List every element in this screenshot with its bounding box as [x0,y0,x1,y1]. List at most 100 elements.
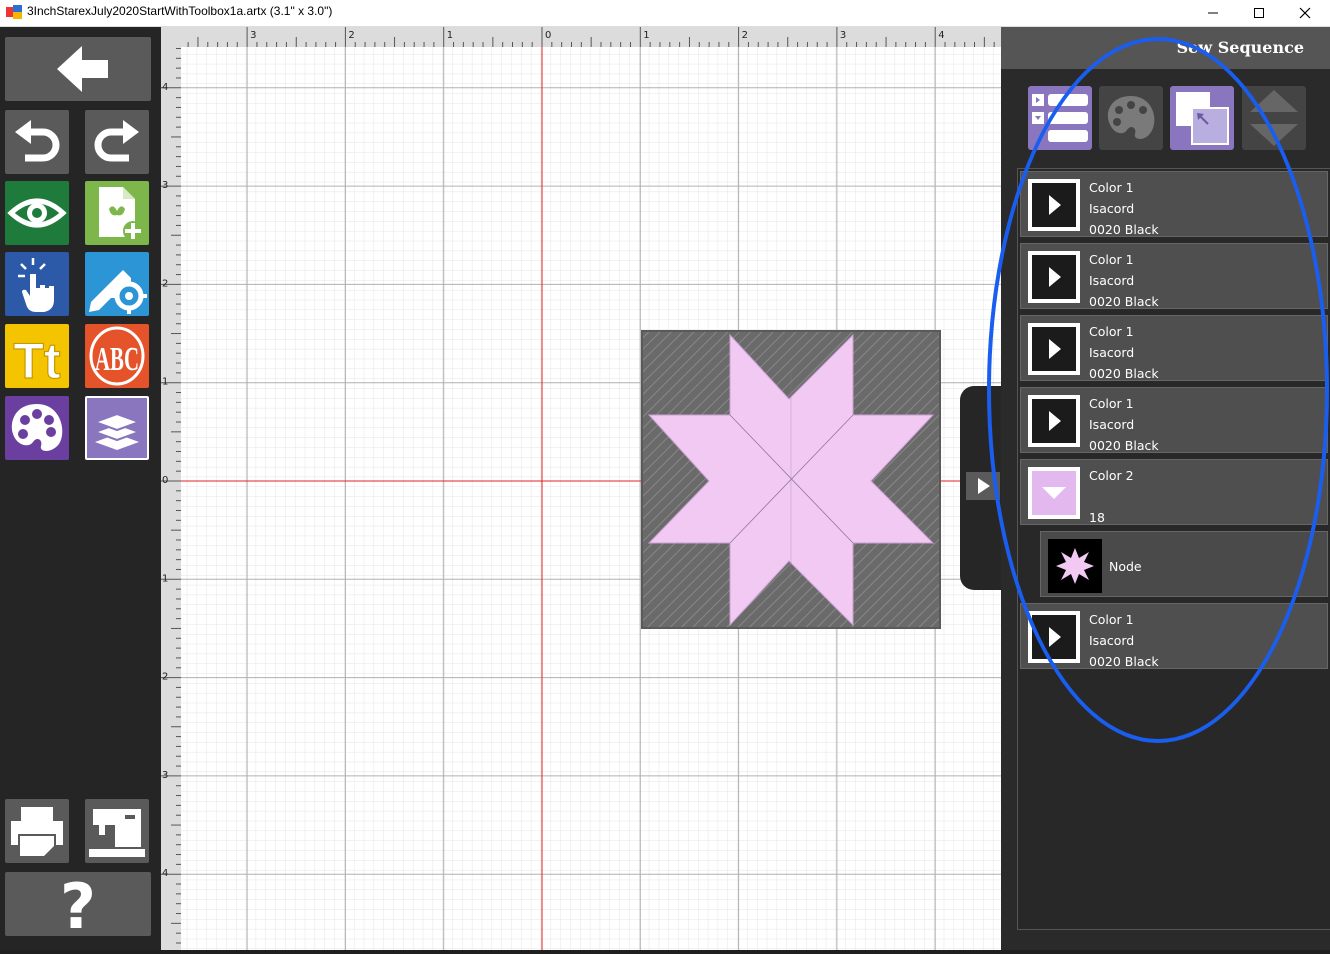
panel-toggle-tab[interactable] [960,386,1002,590]
ruler-label-y: 3 [162,180,168,191]
design-canvas[interactable]: 3 2 1 0 1 2 3 4 4 3 2 1 0 1 2 3 4 [161,27,1001,950]
close-button[interactable] [1282,0,1328,26]
colors-button[interactable] [5,396,69,460]
redo-button[interactable] [85,110,149,174]
panel-title: Sew Sequence [1176,38,1304,57]
ruler-label-x: 1 [447,30,453,41]
item-label: Color 1 [1089,252,1134,267]
sew-sequence-panel: Sew Sequence Color 1 Isacord 0020 Black … [1001,27,1330,950]
sequence-list-icon [1032,94,1088,142]
thread-swatch [1028,323,1080,375]
sew-button[interactable] [85,799,149,863]
item-label: Color 1 [1089,612,1134,627]
thread-swatch [1028,179,1080,231]
play-icon [1049,267,1061,287]
list-item[interactable]: Color 1 Isacord 0020 Black [1020,243,1328,309]
sew-sequence-list[interactable]: Color 1 Isacord 0020 Black Color 1 Isaco… [1017,168,1330,930]
item-thread: 0020 Black [1089,366,1159,381]
ruler-label-y: 3 [162,770,168,781]
list-item[interactable]: Color 1 Isacord 0020 Black [1020,603,1328,669]
item-brand: Isacord [1089,201,1135,216]
thread-swatch [1028,611,1080,663]
star-icon [1056,548,1094,584]
redo-icon [94,120,139,162]
ruler-label-x: 3 [840,30,846,41]
undo-button[interactable] [5,110,69,174]
ruler-label-y: 2 [162,278,168,289]
svg-text:Tt: Tt [13,333,61,388]
overlap-icon [1176,92,1229,145]
expand-arrow-icon [966,472,1000,500]
layers-icon [92,412,142,450]
sequence-list-button[interactable] [1028,86,1092,150]
help-button[interactable]: ? [5,872,151,936]
select-button[interactable] [5,252,69,316]
monogram-button[interactable]: ABC [85,324,149,388]
thread-swatch [1028,395,1080,447]
thread-swatch [1028,467,1080,519]
print-button[interactable] [5,799,69,863]
list-item-node[interactable]: Node [1040,531,1328,597]
ruler-label-y: 2 [162,672,168,683]
move-up-down-button[interactable] [1242,86,1306,150]
svg-text:?: ? [60,872,96,936]
layers-button[interactable] [85,396,149,460]
sewing-machine-icon [89,809,145,857]
edit-gear-icon [89,270,147,314]
text-icon: Tt [13,332,62,388]
move-up-down-icon [1250,90,1298,146]
item-brand: Isacord [1089,633,1135,648]
play-icon [1049,627,1061,647]
text-button[interactable]: Tt [5,324,69,388]
item-thread: 18 [1089,510,1105,525]
play-icon [1049,339,1061,359]
window-title: 3InchStarexJuly2020StartWithToolbox1a.ar… [27,4,333,18]
ruler-label-y: 1 [162,377,168,388]
eye-icon [7,198,67,228]
app-icon [6,5,22,19]
star-block-design[interactable] [641,330,941,629]
touch-select-icon [18,258,54,312]
left-toolbar: Tt ABC ? [0,27,161,950]
undo-icon [15,120,60,162]
node-thumbnail [1048,539,1102,593]
palette-icon [11,404,63,451]
ruler-label-x: 1 [643,30,649,41]
back-button[interactable] [5,37,151,101]
minimize-button[interactable] [1190,0,1236,26]
help-icon: ? [60,872,96,936]
design-workspace: 3 2 1 0 1 2 3 4 4 3 2 1 0 1 2 3 4 [161,27,1001,950]
ruler-label-x: 4 [938,30,944,41]
overlap-button[interactable] [1170,86,1234,150]
add-design-icon [99,187,143,241]
maximize-icon [1254,8,1264,18]
item-brand: Isacord [1089,273,1135,288]
palette-icon [1107,96,1155,139]
back-arrow-icon [57,46,108,92]
ruler-label-y: 0 [162,475,168,486]
list-item[interactable]: Color 1 Isacord 0020 Black [1020,171,1328,237]
thread-swatch [1028,251,1080,303]
thread-colors-button[interactable] [1099,86,1163,150]
edit-button[interactable] [85,252,149,316]
list-item[interactable]: Color 1 Isacord 0020 Black [1020,387,1328,453]
minimize-icon [1208,12,1218,14]
item-brand: Isacord [1089,345,1135,360]
close-icon [1299,7,1311,19]
ruler-label-y: 4 [162,868,168,879]
maximize-button[interactable] [1236,0,1282,26]
item-label: Color 2 [1089,468,1134,483]
item-label: Color 1 [1089,180,1134,195]
ruler-label-x: 0 [545,30,551,41]
ruler-label-y: 1 [162,573,168,584]
list-item[interactable]: Color 1 Isacord 0020 Black [1020,315,1328,381]
item-thread: 0020 Black [1089,294,1159,309]
list-item[interactable]: Color 2 18 [1020,459,1328,525]
add-design-button[interactable] [85,181,149,245]
item-thread: 0020 Black [1089,222,1159,237]
view-button[interactable] [5,181,69,245]
collapse-arrow-icon [1042,487,1066,499]
item-label: Node [1109,559,1142,574]
title-bar: 3InchStarexJuly2020StartWithToolbox1a.ar… [0,0,1330,27]
play-icon [1049,195,1061,215]
